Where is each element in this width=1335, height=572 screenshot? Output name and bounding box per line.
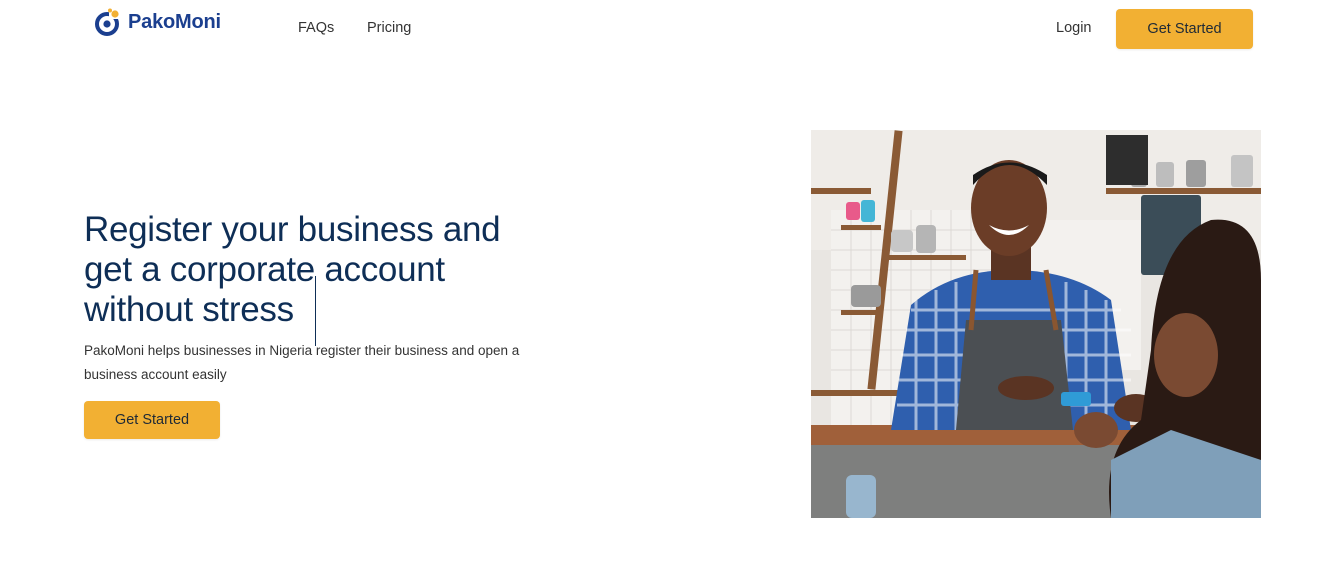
hero-title: Register your business and get a corpora… — [84, 210, 501, 329]
nav-link-pricing[interactable]: Pricing — [367, 20, 411, 36]
logo[interactable]: PakoMoni — [94, 7, 221, 37]
login-link[interactable]: Login — [1056, 20, 1091, 36]
hero-get-started-button[interactable]: Get Started — [84, 401, 220, 439]
nav-link-faqs[interactable]: FAQs — [298, 20, 334, 36]
landing-page: PakoMoni FAQs Pricing Login Get Started … — [0, 0, 1335, 572]
hero-description: PakoMoni helps businesses in Nigeria reg… — [84, 343, 520, 382]
logo-text: PakoMoni — [128, 10, 221, 33]
text-cursor — [315, 276, 316, 346]
shopkeeper-photo — [811, 130, 1261, 518]
pakomoni-logo-icon — [95, 8, 119, 36]
hero-image — [811, 130, 1261, 518]
header-get-started-button[interactable]: Get Started — [1116, 9, 1253, 49]
